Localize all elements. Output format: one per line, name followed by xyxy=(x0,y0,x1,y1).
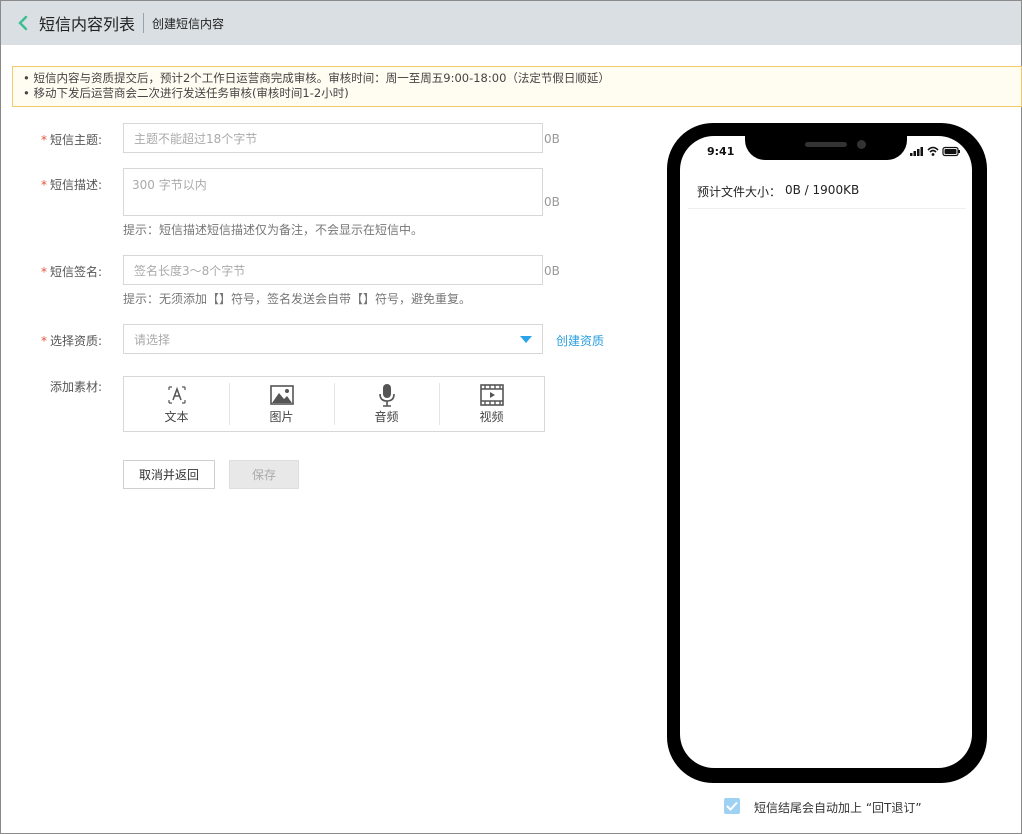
wifi-icon xyxy=(927,146,939,156)
signature-input[interactable]: 签名长度3～8个字节 xyxy=(123,255,543,285)
notice-line-1: 短信内容与资质提交后，预计2个工作日运营商完成审核。审核时间：周一至周五9:00… xyxy=(23,71,1011,86)
material-picker: 文本 图片 音频 视频 xyxy=(123,376,545,432)
text-icon xyxy=(164,383,190,407)
status-bar-time: 9:41 xyxy=(707,145,735,158)
add-text-button[interactable]: 文本 xyxy=(124,377,229,431)
description-byte-counter: 0B xyxy=(544,195,560,209)
auto-append-label: 短信结尾会自动加上 “回T退订” xyxy=(754,801,922,815)
subject-label-text: 短信主题: xyxy=(49,133,102,147)
add-audio-button[interactable]: 音频 xyxy=(334,377,439,431)
add-video-label: 视频 xyxy=(479,410,504,424)
subject-placeholder: 主题不能超过18个字节 xyxy=(134,131,258,146)
description-textarea[interactable]: 300 字节以内 xyxy=(123,168,543,216)
description-hint: 提示：短信描述短信描述仅为备注，不会显示在短信中。 xyxy=(123,223,424,237)
phone-preview-screen xyxy=(680,136,972,768)
auto-append-checkbox[interactable] xyxy=(724,798,740,814)
create-qualification-link[interactable]: 创建资质 xyxy=(556,332,604,349)
material-label: 添加素材: xyxy=(49,380,102,394)
microphone-icon xyxy=(374,383,400,407)
phone-camera xyxy=(857,140,866,149)
signal-icon xyxy=(910,147,923,156)
video-icon xyxy=(479,383,505,407)
review-notice: 短信内容与资质提交后，预计2个工作日运营商完成审核。审核时间：周一至周五9:00… xyxy=(12,66,1022,107)
checkmark-icon xyxy=(726,801,738,811)
page-title[interactable]: 短信内容列表 xyxy=(39,11,135,35)
required-mark: * xyxy=(40,334,47,348)
signature-placeholder: 签名长度3～8个字节 xyxy=(134,263,246,278)
dropdown-arrow-icon xyxy=(520,336,532,343)
add-text-label: 文本 xyxy=(164,410,189,424)
signature-byte-counter: 0B xyxy=(544,264,560,278)
breadcrumb-current: 创建短信内容 xyxy=(152,16,225,31)
description-placeholder: 300 字节以内 xyxy=(132,178,207,192)
description-label: * 短信描述: xyxy=(0,176,102,193)
cancel-and-return-button[interactable]: 取消并返回 xyxy=(123,460,215,489)
subject-input[interactable]: 主题不能超过18个字节 xyxy=(123,123,543,153)
required-mark: * xyxy=(40,178,47,192)
image-icon xyxy=(269,383,295,407)
subject-byte-counter: 0B xyxy=(544,132,560,146)
page-header: 短信内容列表 创建短信内容 xyxy=(1,1,1021,45)
file-size-value: 0B / 1900KB xyxy=(785,183,860,197)
title-divider xyxy=(143,13,145,33)
qualification-label-text: 选择资质: xyxy=(49,334,102,348)
status-bar-icons xyxy=(910,144,962,158)
signature-label: * 短信签名: xyxy=(0,263,102,280)
battery-icon xyxy=(942,146,960,157)
notice-line-2: 移动下发后运营商会二次进行发送任务审核(审核时间1-2小时) xyxy=(23,86,1011,101)
qualification-select[interactable]: 请选择 xyxy=(123,324,543,354)
save-button[interactable]: 保存 xyxy=(229,460,299,489)
add-audio-label: 音频 xyxy=(374,410,399,424)
preview-divider xyxy=(688,208,966,209)
signature-label-text: 短信签名: xyxy=(49,265,102,279)
file-size-label: 预计文件大小： xyxy=(697,185,782,199)
add-image-button[interactable]: 图片 xyxy=(229,377,334,431)
qualification-label: * 选择资质: xyxy=(0,332,102,349)
description-label-text: 短信描述: xyxy=(49,178,102,192)
required-mark: * xyxy=(40,133,47,147)
back-arrow-icon[interactable] xyxy=(15,15,31,31)
qualification-placeholder: 请选择 xyxy=(134,332,171,347)
signature-hint: 提示：无须添加【】符号，签名发送会自带【】符号，避免重复。 xyxy=(123,292,472,306)
add-image-label: 图片 xyxy=(269,410,294,424)
add-video-button[interactable]: 视频 xyxy=(439,377,544,431)
subject-label: * 短信主题: xyxy=(0,131,102,148)
required-mark: * xyxy=(40,265,47,279)
phone-speaker xyxy=(805,142,847,147)
